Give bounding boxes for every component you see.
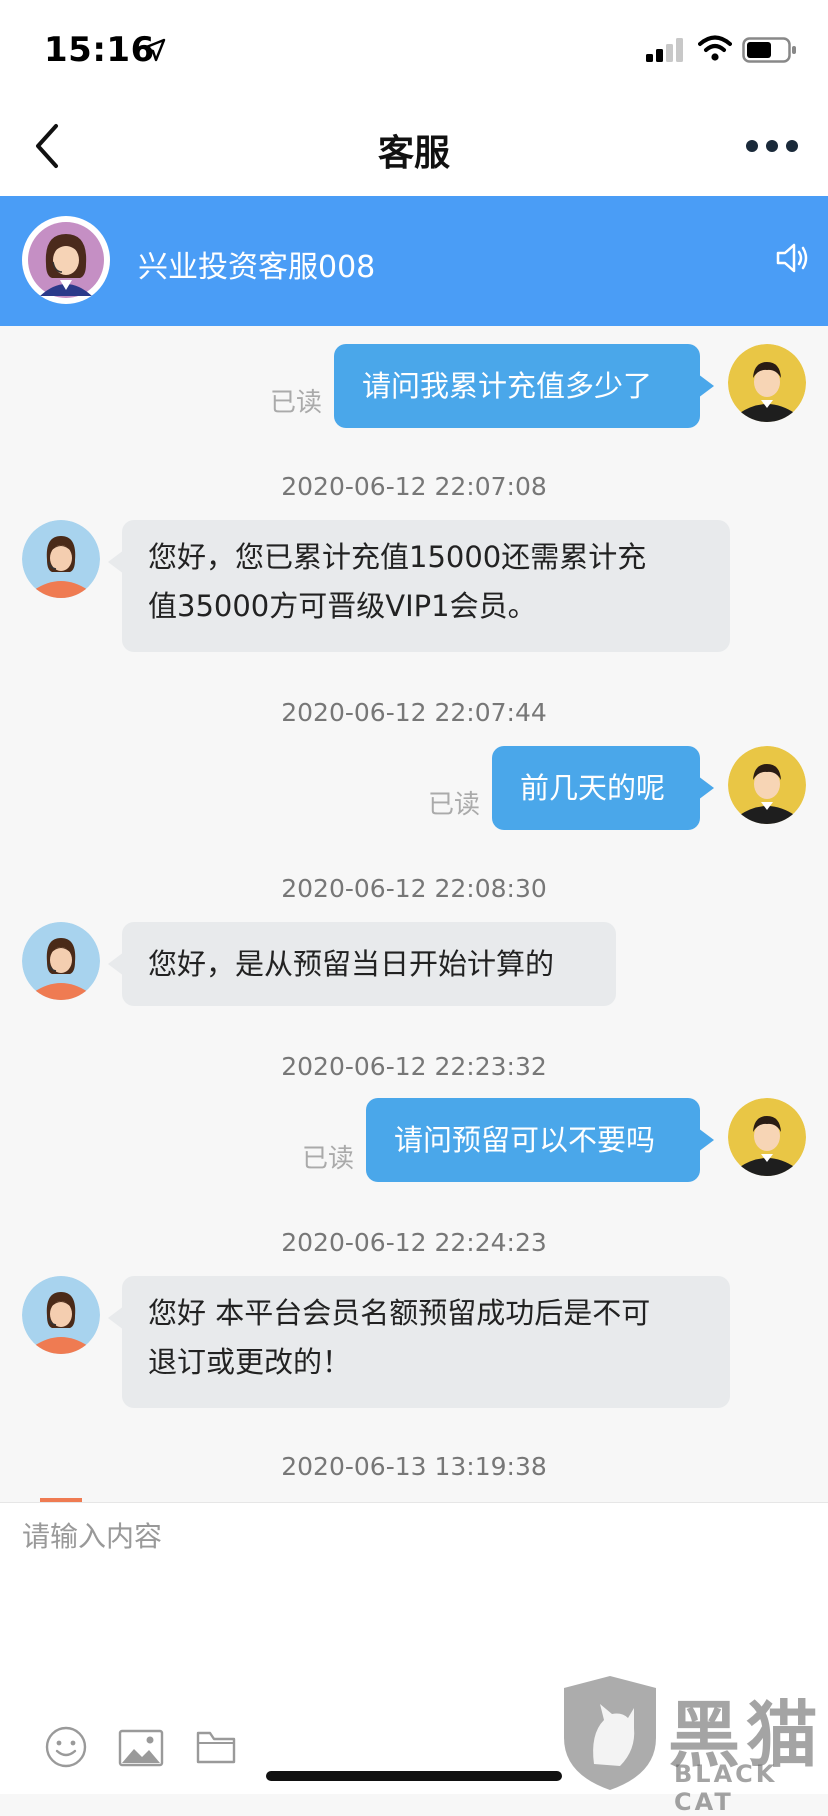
message-timestamp: 2020-06-12 22:07:08 — [281, 472, 547, 501]
page-title: 客服 — [377, 133, 450, 174]
image-icon[interactable] — [118, 1729, 164, 1767]
agent-message-avatar[interactable] — [22, 520, 100, 598]
agent-avatar[interactable] — [22, 216, 110, 304]
message-line: 您好，您已累计充值15000还需累计充 — [148, 540, 647, 574]
status-time: 15:16 — [44, 30, 155, 70]
status-bar: 15:16 — [0, 0, 828, 96]
folder-icon[interactable] — [196, 1729, 236, 1765]
agent-header: 兴业投资客服008 — [0, 196, 828, 326]
message-timestamp: 2020-06-12 22:24:23 — [281, 1228, 547, 1257]
emoji-icon[interactable] — [44, 1725, 88, 1769]
wifi-icon — [698, 35, 732, 61]
agent-name: 兴业投资客服008 — [138, 250, 376, 285]
cellular-signal-icon — [646, 38, 683, 62]
home-indicator[interactable] — [266, 1771, 562, 1781]
message-line: 您好 本平台会员名额预留成功后是不可 — [148, 1296, 651, 1330]
outgoing-message-bubble[interactable]: 请问预留可以不要吗 — [366, 1098, 714, 1182]
message-timestamp: 2020-06-13 13:19:38 — [281, 1452, 547, 1481]
message-line: 值35000方可晋级VIP1会员。 — [148, 589, 537, 623]
read-receipt: 已读 — [428, 790, 481, 820]
more-icon[interactable] — [744, 134, 800, 158]
agent-message-avatar[interactable] — [22, 1276, 100, 1354]
location-arrow-icon — [142, 38, 166, 62]
user-avatar[interactable] — [728, 344, 806, 422]
user-avatar[interactable] — [728, 1098, 806, 1176]
battery-icon — [742, 37, 796, 63]
incoming-message-bubble[interactable]: 您好，是从预留当日开始计算的 — [108, 922, 616, 1006]
message-input[interactable] — [20, 1513, 812, 1677]
outgoing-message-bubble[interactable]: 请问我累计充值多少了 — [334, 344, 714, 428]
read-receipt: 已读 — [270, 388, 323, 418]
user-avatar[interactable] — [728, 746, 806, 824]
message-timestamp: 2020-06-12 22:23:32 — [281, 1052, 547, 1081]
cat-shield-icon — [564, 1676, 656, 1790]
watermark-subtitle: BLACK CAT — [674, 1760, 778, 1816]
read-receipt: 已读 — [302, 1144, 355, 1174]
incoming-message-bubble[interactable]: 您好 本平台会员名额预留成功后是不可 退订或更改的！ — [108, 1276, 730, 1408]
incoming-message-bubble[interactable]: 您好，您已累计充值15000还需累计充 值35000方可晋级VIP1会员。 — [108, 520, 730, 652]
message-line: 退订或更改的！ — [148, 1345, 352, 1379]
message-timestamp: 2020-06-12 22:07:44 — [281, 698, 547, 727]
outgoing-message-bubble[interactable]: 前几天的呢 — [492, 746, 714, 830]
message-timestamp: 2020-06-12 22:08:30 — [281, 874, 547, 903]
agent-message-avatar[interactable] — [22, 922, 100, 1000]
watermark: 黑猫 BLACK CAT — [556, 1672, 828, 1816]
chat-area[interactable]: 已读 请问我累计充值多少了 2020-06-12 22:07:08 您好，您已累… — [0, 326, 828, 1502]
speaker-icon[interactable] — [772, 238, 812, 278]
nav-bar: 客服 — [0, 96, 828, 196]
